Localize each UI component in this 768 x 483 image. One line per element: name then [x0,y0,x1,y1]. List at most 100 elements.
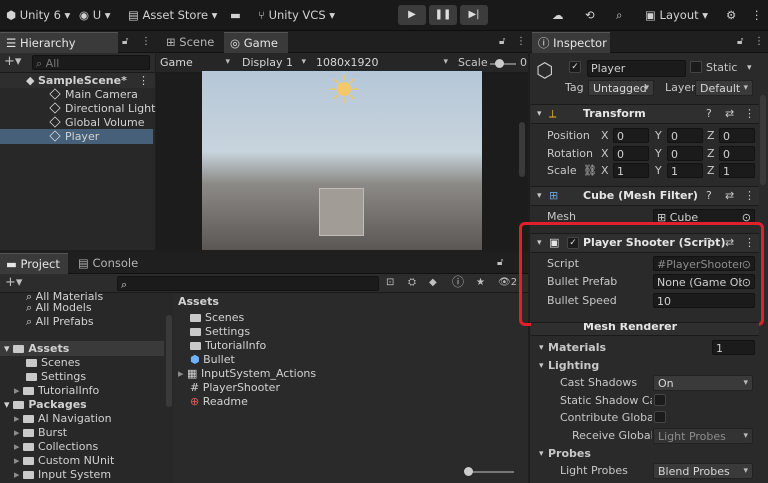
tab-hierarchy[interactable]: ☰ Hierarchy [0,32,118,53]
tab-scene[interactable]: ⊞ Scene [160,32,220,53]
gameobject-name-input[interactable]: Player [587,60,686,77]
scale-z-field[interactable]: 1 [719,163,755,178]
tree-package-item[interactable]: ▸ Custom NUnit [14,453,114,468]
tree-assets[interactable]: ▾ Assets [0,341,164,356]
help-icon[interactable]: ? [706,106,712,122]
scale-y-field[interactable]: 1 [667,163,703,178]
tree-settings[interactable]: Settings [26,369,86,384]
scene-row[interactable]: ◆ SampleScene* ⋮ [0,73,155,88]
file-item[interactable]: ▸ ▦ InputSystem_Actions [178,366,316,381]
account-menu[interactable]: ◉ U ▾ [79,6,111,25]
more-icon[interactable]: ⋮ [744,106,755,122]
tree-tutorialinfo[interactable]: ▸ TutorialInfo [14,383,99,398]
inspector-scrollbar[interactable] [760,95,766,185]
static-shadow-checkbox[interactable] [654,394,666,406]
tab-console[interactable]: ▤ Console [72,253,144,274]
lock-icon[interactable]: 🔓︎ [737,35,743,49]
filter-icon[interactable]: ⛭ [408,276,416,290]
more-icon[interactable]: ⋮ [141,35,151,49]
icon-size-slider[interactable] [466,471,514,473]
resolution-dropdown[interactable]: 1080x1920 [312,55,452,71]
unity-logo-menu[interactable]: ⬢ Unity 6 ▾ [6,6,70,25]
hierarchy-item-directional-light[interactable]: Directional Light [49,101,155,116]
rotation-y-field[interactable]: 0 [667,146,703,161]
link-icon[interactable]: ⛓ [583,163,597,179]
asset-store-button[interactable]: ▤ Asset Store ▾ [128,6,217,25]
play-button[interactable]: ▶ [398,5,426,25]
tag-dropdown[interactable]: Untagged [588,80,654,96]
help-icon[interactable]: ? [706,188,712,204]
favorite-all-prefabs[interactable]: ⌕ All Prefabs [26,314,94,329]
game-mode-dropdown[interactable]: Game [156,55,234,71]
star-icon[interactable]: ★ [476,276,485,290]
pause-button[interactable]: ❚❚ [429,5,457,25]
tree-scrollbar[interactable] [166,315,172,407]
contribute-gi-checkbox[interactable] [654,411,666,423]
file-item[interactable]: Scenes [190,310,244,325]
transform-header[interactable]: ▾ ⟂ Transform ? ⇄ ⋮ [531,104,759,124]
preset-icon[interactable]: ⇄ [725,188,734,204]
settings-icon[interactable]: ⚙ [726,6,736,25]
add-icon[interactable]: +▾ [4,55,21,69]
position-y-field[interactable]: 0 [667,128,703,143]
more-icon[interactable]: ⋮ [138,73,149,88]
light-probes-dropdown[interactable]: Blend Probes [653,463,753,479]
favorite-all-models[interactable]: ⌕ All Models [26,300,92,315]
mesh-renderer-header[interactable]: Mesh Renderer [531,322,759,336]
icon-size-slider-handle[interactable] [464,467,473,476]
rotation-z-field[interactable]: 0 [719,146,755,161]
step-button[interactable]: ▶| [460,5,488,25]
tree-package-item[interactable]: ▸ Burst [14,425,67,440]
tree-package-item[interactable]: ▸ Collections [14,439,98,454]
lock-icon[interactable]: 🔓︎ [122,35,128,49]
hierarchy-item-main-camera[interactable]: Main Camera [49,87,138,102]
preset-icon[interactable]: ⇄ [725,106,734,122]
rotation-x-field[interactable]: 0 [613,146,649,161]
layout-menu[interactable]: ▣ Layout ▾ [645,6,708,25]
lock-icon[interactable]: 🔓︎ [497,256,503,270]
lighting-label[interactable]: Lighting [548,358,599,374]
lock-icon[interactable]: 🔓︎ [499,35,505,49]
file-item[interactable]: ⊕ Readme [190,394,248,409]
more-icon[interactable]: ⋮ [751,6,763,25]
game-viewport[interactable] [202,71,482,250]
hierarchy-item-global-volume[interactable]: Global Volume [49,115,145,130]
cast-shadows-dropdown[interactable]: On [653,375,753,391]
search-by-type-icon[interactable]: ⊡ [386,276,394,290]
tree-packages[interactable]: ▾ Packages [4,397,87,412]
probes-label[interactable]: Probes [548,446,591,462]
display-dropdown[interactable]: Display 1 [238,55,310,71]
project-search-input[interactable]: ⌕ [117,276,379,291]
file-item[interactable]: ⬢ Bullet [190,352,235,367]
file-item[interactable]: # PlayerShooter [190,380,280,395]
materials-count-field[interactable]: 1 [712,340,755,355]
position-x-field[interactable]: 0 [613,128,649,143]
tree-package-item[interactable]: ▸ AI Navigation [14,411,112,426]
package-icon[interactable]: ▬ [230,6,241,25]
visibility-icon[interactable]: 👁︎2 [498,276,517,290]
tab-game[interactable]: ◎ Game [224,32,288,53]
breadcrumb[interactable]: Assets [178,294,219,309]
hierarchy-item-player[interactable]: Player [0,129,153,144]
tree-package-item[interactable]: ▸ Input System [14,467,111,482]
tab-project[interactable]: ▬ Project [0,253,68,274]
label-icon[interactable]: ◆ [429,276,437,290]
chevron-down-icon[interactable]: ▾ [747,60,752,76]
history-icon[interactable]: ⟲ [585,6,595,25]
tree-scenes[interactable]: Scenes [26,355,80,370]
add-icon[interactable]: +▾ [5,276,22,290]
cloud-icon[interactable]: ☁ [552,6,564,25]
tab-inspector[interactable]: ⓘ Inspector [532,32,610,53]
static-checkbox[interactable] [690,61,702,73]
more-icon[interactable]: ⋮ [516,35,526,49]
view-scrollbar[interactable] [519,122,525,177]
vcs-menu[interactable]: ⑂ Unity VCS ▾ [258,6,335,25]
more-icon[interactable]: ⋮ [744,188,755,204]
position-z-field[interactable]: 0 [719,128,755,143]
layer-dropdown[interactable]: Default [695,80,753,96]
warning-icon[interactable]: ⓘ [452,275,464,289]
scale-x-field[interactable]: 1 [613,163,649,178]
mesh-filter-header[interactable]: ▾ ⊞ Cube (Mesh Filter) ? ⇄ ⋮ [531,186,759,206]
search-icon[interactable]: ⌕ [616,6,622,25]
hierarchy-search-input[interactable]: ⌕ All [32,55,150,70]
